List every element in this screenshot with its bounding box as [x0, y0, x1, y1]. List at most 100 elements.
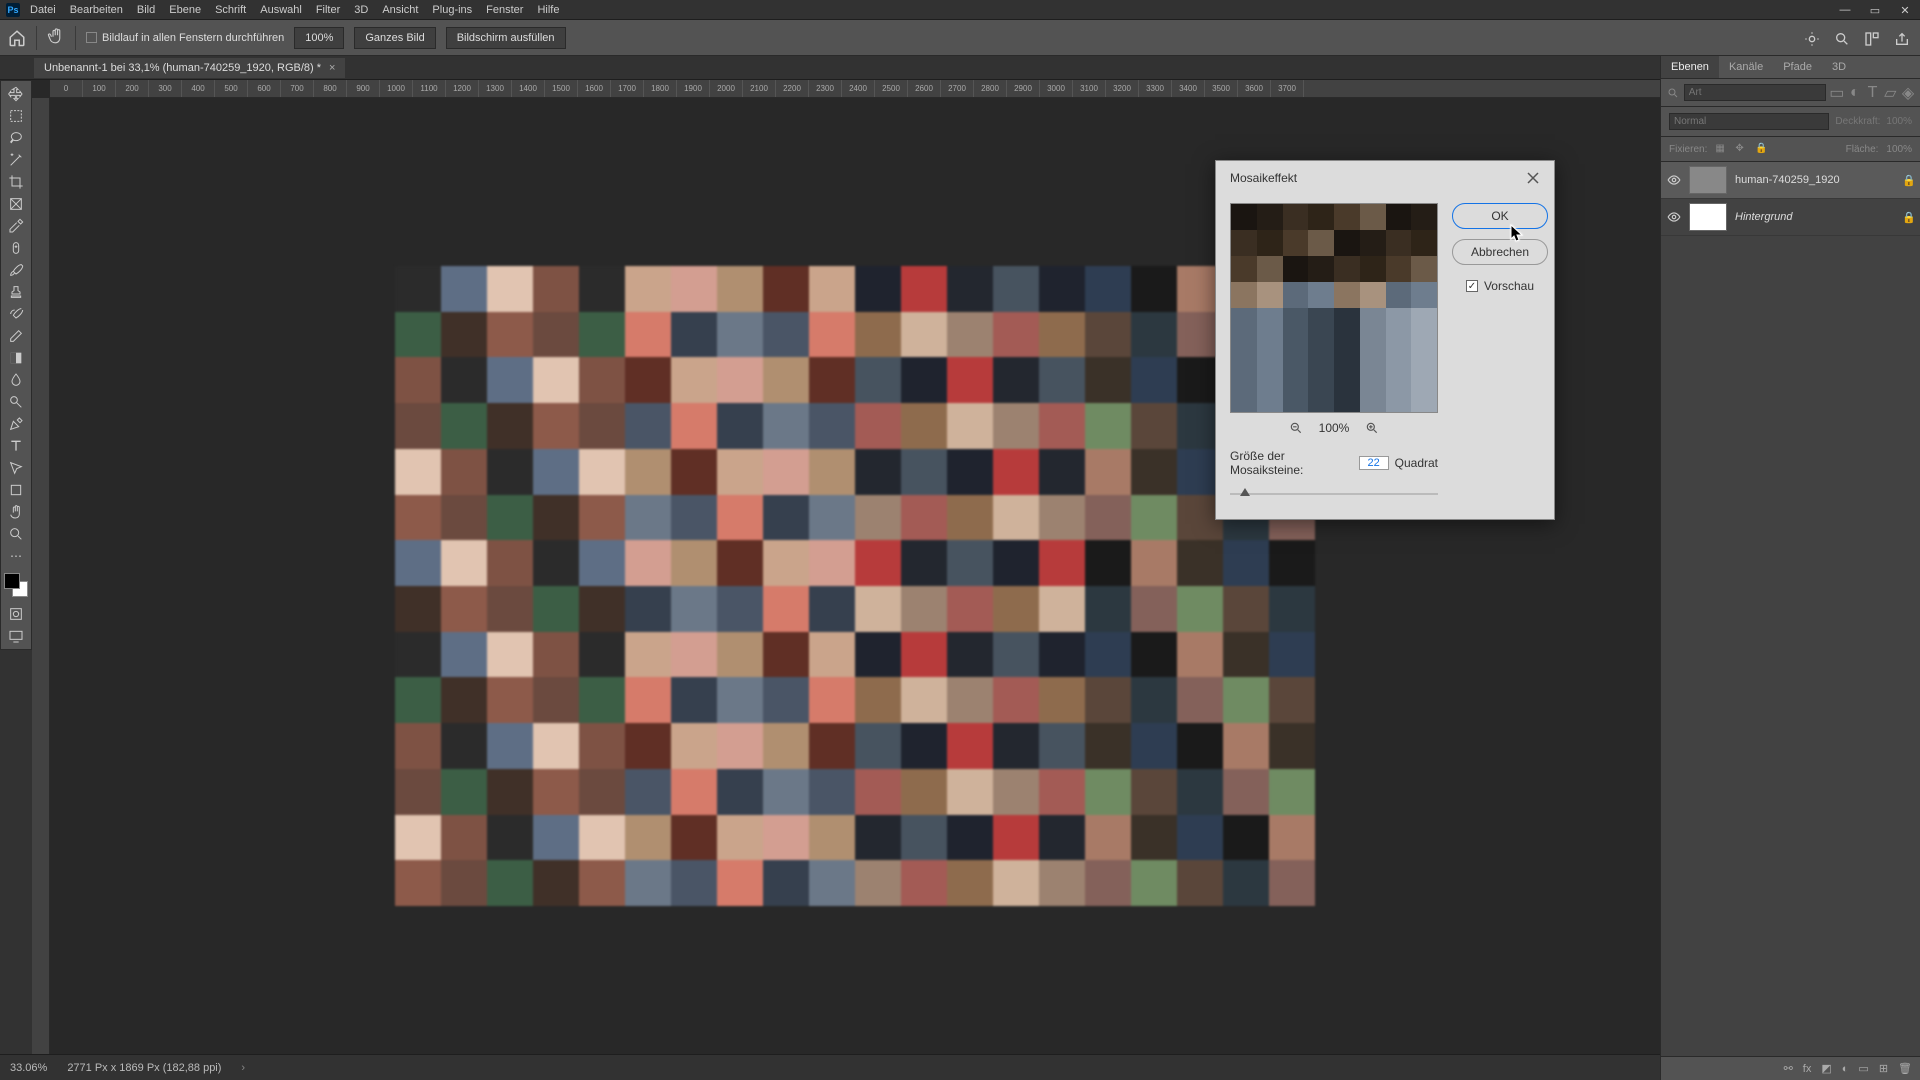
eraser-tool-icon[interactable]	[2, 325, 30, 347]
hand-tool-icon[interactable]	[47, 27, 65, 48]
menu-item[interactable]: Plug-ins	[432, 4, 472, 16]
history-brush-tool-icon[interactable]	[2, 303, 30, 325]
layer-filter-row: ▭ ◐ T ▱ ◈	[1661, 79, 1920, 107]
edit-toolbar-icon[interactable]: ⋯	[2, 545, 30, 567]
lasso-tool-icon[interactable]	[2, 127, 30, 149]
menu-item[interactable]: Bearbeiten	[70, 4, 123, 16]
layer-row[interactable]: Hintergrund🔒	[1661, 199, 1920, 236]
maximize-button[interactable]: ▭	[1860, 0, 1890, 20]
pen-tool-icon[interactable]	[2, 413, 30, 435]
zoom-value-field[interactable]: 100%	[294, 27, 344, 49]
search-icon[interactable]	[1834, 31, 1850, 47]
panel-tab[interactable]: Kanäle	[1719, 56, 1773, 78]
layer-thumbnail[interactable]	[1689, 203, 1727, 231]
menu-item[interactable]: Hilfe	[537, 4, 559, 16]
status-zoom[interactable]: 33.06%	[10, 1062, 47, 1074]
new-layer-icon[interactable]: ⊞	[1879, 1062, 1888, 1075]
layer-name[interactable]: Hintergrund	[1735, 211, 1894, 223]
panel-tab[interactable]: Ebenen	[1661, 56, 1719, 78]
layer-filter-input[interactable]	[1684, 84, 1826, 101]
toolbox: ⋯	[0, 80, 32, 650]
fill-value[interactable]: 100%	[1886, 144, 1912, 155]
layer-name[interactable]: human-740259_1920	[1735, 174, 1894, 186]
path-tool-icon[interactable]	[2, 457, 30, 479]
minimize-button[interactable]: —	[1830, 0, 1860, 20]
marquee-tool-icon[interactable]	[2, 105, 30, 127]
brush-tool-icon[interactable]	[2, 259, 30, 281]
frame-tool-icon[interactable]	[2, 193, 30, 215]
menu-item[interactable]: Datei	[30, 4, 56, 16]
filter-image-icon[interactable]: ▭	[1830, 86, 1844, 100]
zoom-tool-icon[interactable]	[2, 523, 30, 545]
close-button[interactable]: ✕	[1890, 0, 1920, 20]
layer-group-icon[interactable]: ▭	[1858, 1062, 1868, 1075]
status-chevron-icon[interactable]: ›	[241, 1062, 245, 1074]
layer-row[interactable]: human-740259_1920🔒	[1661, 162, 1920, 199]
menu-item[interactable]: Auswahl	[260, 4, 302, 16]
opacity-value[interactable]: 100%	[1886, 116, 1912, 127]
menu-item[interactable]: Fenster	[486, 4, 523, 16]
panel-tab[interactable]: 3D	[1822, 56, 1856, 78]
lock-pixels-icon[interactable]: ▦	[1715, 143, 1727, 155]
healing-tool-icon[interactable]	[2, 237, 30, 259]
shape-tool-icon[interactable]	[2, 479, 30, 501]
close-tab-icon[interactable]: ×	[329, 62, 335, 74]
zoom-out-icon[interactable]	[1289, 421, 1303, 435]
ok-button[interactable]: OK	[1452, 203, 1548, 229]
lock-all-icon[interactable]: 🔒	[1755, 143, 1767, 155]
share-icon[interactable]	[1894, 31, 1910, 47]
blend-mode-select[interactable]: Normal	[1669, 113, 1829, 130]
menu-item[interactable]: Ebene	[169, 4, 201, 16]
lock-position-icon[interactable]: ✥	[1735, 143, 1747, 155]
param-slider[interactable]	[1230, 487, 1438, 501]
layer-fx-icon[interactable]: fx	[1803, 1063, 1812, 1075]
foreground-color[interactable]	[4, 573, 20, 589]
cloud-icon[interactable]	[1804, 31, 1820, 47]
crop-tool-icon[interactable]	[2, 171, 30, 193]
link-layers-icon[interactable]: ⚯	[1784, 1062, 1793, 1075]
workspace-icon[interactable]	[1864, 31, 1880, 47]
menu-item[interactable]: Ansicht	[382, 4, 418, 16]
layer-mask-icon[interactable]: ◩	[1821, 1062, 1831, 1075]
eyedropper-tool-icon[interactable]	[2, 215, 30, 237]
fill-screen-button[interactable]: Bildschirm ausfüllen	[446, 27, 566, 49]
gradient-tool-icon[interactable]	[2, 347, 30, 369]
preview-checkbox[interactable]: ✓ Vorschau	[1466, 279, 1534, 293]
window-controls: — ▭ ✕	[1830, 0, 1920, 20]
menu-item[interactable]: Filter	[316, 4, 340, 16]
type-tool-icon[interactable]	[2, 435, 30, 457]
filter-shape-icon[interactable]: ▱	[1883, 86, 1897, 100]
home-icon[interactable]	[8, 29, 26, 47]
layer-thumbnail[interactable]	[1689, 166, 1727, 194]
visibility-icon[interactable]	[1667, 173, 1681, 187]
blur-tool-icon[interactable]	[2, 369, 30, 391]
param-input[interactable]	[1359, 456, 1389, 470]
hand-tool-icon[interactable]	[2, 501, 30, 523]
zoom-in-icon[interactable]	[1365, 421, 1379, 435]
filter-type-icon[interactable]: T	[1866, 86, 1880, 100]
filter-smart-icon[interactable]: ◈	[1901, 86, 1915, 100]
screen-mode-icon[interactable]	[2, 625, 30, 647]
scroll-all-windows-checkbox[interactable]: Bildlauf in allen Fenstern durchführen	[86, 32, 284, 44]
quick-mask-icon[interactable]	[2, 603, 30, 625]
dodge-tool-icon[interactable]	[2, 391, 30, 413]
menu-item[interactable]: 3D	[354, 4, 368, 16]
filter-adjust-icon[interactable]: ◐	[1848, 86, 1862, 100]
stamp-tool-icon[interactable]	[2, 281, 30, 303]
menu-item[interactable]: Bild	[137, 4, 155, 16]
cancel-button[interactable]: Abbrechen	[1452, 239, 1548, 265]
adjustment-layer-icon[interactable]: ◐	[1842, 1063, 1849, 1075]
color-swatches[interactable]	[4, 573, 28, 597]
menu-item[interactable]: Schrift	[215, 4, 246, 16]
move-tool-icon[interactable]	[2, 83, 30, 105]
magic-wand-tool-icon[interactable]	[2, 149, 30, 171]
delete-layer-icon[interactable]: 🗑	[1898, 1062, 1912, 1075]
document-tab[interactable]: Unbenannt-1 bei 33,1% (human-740259_1920…	[34, 58, 345, 78]
dialog-preview[interactable]	[1230, 203, 1438, 413]
fit-screen-button[interactable]: Ganzes Bild	[354, 27, 435, 49]
panel-tab[interactable]: Pfade	[1773, 56, 1822, 78]
dialog-close-icon[interactable]	[1526, 171, 1540, 185]
visibility-icon[interactable]	[1667, 210, 1681, 224]
dialog-titlebar[interactable]: Mosaikeffekt	[1216, 161, 1554, 195]
layer-blend-row: Normal Deckkraft: 100%	[1661, 107, 1920, 137]
